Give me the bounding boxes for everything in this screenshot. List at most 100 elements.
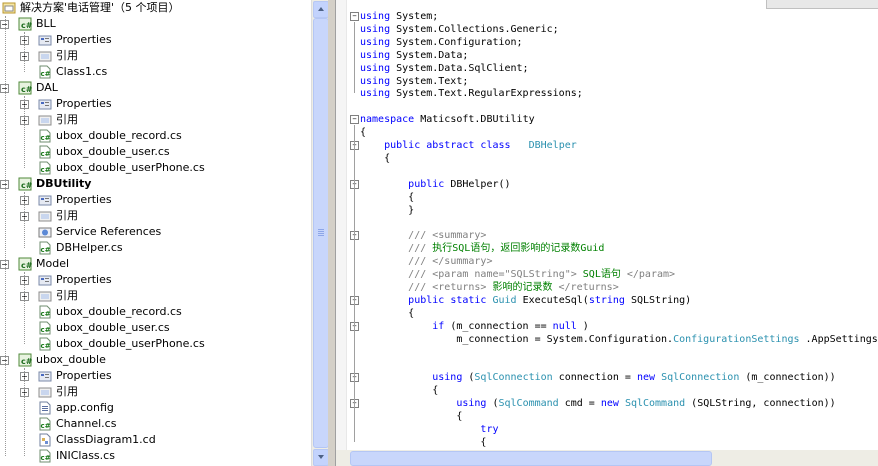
code-line[interactable]: public static Guid ExecuteSql(string SQL… — [360, 294, 691, 307]
explorer-vertical-scrollbar[interactable] — [311, 0, 329, 466]
tree-item[interactable]: c# Class1.cs — [0, 64, 311, 80]
code-line[interactable]: { — [360, 126, 366, 139]
horizontal-scroll-thumb[interactable] — [350, 451, 712, 466]
tree-item[interactable]: c# ubox_double_record.cs — [0, 128, 311, 144]
code-line[interactable]: using System.Text.RegularExpressions; — [360, 87, 583, 100]
code-line[interactable]: using System.Collections.Generic; — [360, 23, 559, 36]
tree-item[interactable]: + 引用 — [0, 48, 311, 64]
code-line[interactable]: { — [360, 436, 486, 449]
tree-item[interactable]: + Properties — [0, 368, 311, 384]
code-line[interactable]: /// <summary> — [360, 229, 486, 242]
code-line[interactable]: { — [360, 307, 414, 320]
tree-item[interactable]: c# ubox_double_user.cs — [0, 144, 311, 160]
code-line[interactable]: public DBHelper() — [360, 178, 510, 191]
code-token: <param name="SQLString"> — [432, 269, 583, 280]
tree-item-label: Service References — [56, 225, 162, 238]
pane-splitter[interactable] — [328, 0, 336, 466]
svg-text:c#: c# — [41, 310, 51, 318]
code-line[interactable]: try — [360, 423, 498, 436]
project-model[interactable]: − c# Model — [0, 256, 311, 272]
solution-icon — [2, 1, 16, 15]
svg-text:c#: c# — [41, 70, 51, 78]
code-line[interactable]: { — [360, 410, 462, 423]
tree-connector — [24, 192, 25, 248]
code-token: ) — [582, 320, 589, 332]
code-token: (SQLString, connection)) — [691, 398, 836, 409]
tree-item-label: BLL — [36, 17, 56, 30]
code-line[interactable]: { — [360, 152, 390, 165]
tree-item[interactable]: c# DBHelper.cs — [0, 240, 311, 256]
scroll-thumb[interactable] — [313, 18, 329, 448]
code-line[interactable]: namespace Maticsoft.DBUtility — [360, 113, 535, 126]
collapse-region-icon[interactable]: − — [350, 115, 359, 125]
tree-item[interactable]: app.config — [0, 400, 311, 416]
tree-item[interactable]: Service References — [0, 224, 311, 240]
tree-item-label: 引用 — [56, 385, 78, 398]
tree-item[interactable]: + Properties — [0, 96, 311, 112]
tree-item[interactable]: c# Channel.cs — [0, 416, 311, 432]
csharp-file-icon: c# — [38, 417, 52, 431]
code-line[interactable]: using System; — [360, 10, 438, 23]
project-dal[interactable]: − c# DAL — [0, 80, 311, 96]
code-line[interactable]: using System.Text; — [360, 75, 468, 88]
code-line[interactable]: using System.Data; — [360, 49, 468, 62]
code-token: using — [360, 36, 397, 48]
tree-item[interactable]: + 引用 — [0, 384, 311, 400]
code-token: using — [432, 372, 469, 384]
csharp-file-icon: c# — [38, 321, 52, 335]
tree-item[interactable]: + Properties — [0, 192, 311, 208]
project-dbutility[interactable]: − c# DBUtility — [0, 176, 311, 192]
collapse-region-icon[interactable]: − — [350, 12, 359, 21]
code-line[interactable]: using System.Data.SqlClient; — [360, 62, 529, 75]
scroll-up-button[interactable] — [313, 1, 329, 18]
tree-connector — [24, 96, 25, 168]
code-line[interactable]: using System.Configuration; — [360, 36, 523, 49]
tree-item[interactable]: c# ubox_double_userPhone.cs — [0, 336, 311, 352]
editor-horizontal-scrollbar[interactable] — [336, 450, 878, 466]
tree-item[interactable]: c# INIClass.cs — [0, 448, 311, 464]
tree-item[interactable]: c# ubox_double_userPhone.cs — [0, 160, 311, 176]
tree-item-label: ClassDiagram1.cd — [56, 433, 156, 446]
code-token: { — [360, 191, 415, 203]
code-line[interactable]: using (SqlConnection connection = new Sq… — [360, 371, 835, 384]
code-token: string — [588, 294, 631, 306]
csharp-file-icon: c# — [38, 337, 52, 351]
code-editor[interactable]: using System; using System.Collections.Ge… — [336, 0, 878, 466]
code-line[interactable]: /// <param name="SQLString"> SQL语句 </par… — [360, 268, 675, 281]
tree-item[interactable]: + 引用 — [0, 288, 311, 304]
code-line[interactable]: /// <returns> 影响的记录数 </returns> — [360, 281, 619, 294]
scroll-down-button[interactable] — [313, 449, 329, 466]
code-line[interactable]: /// 执行SQL语句，返回影响的记录数Guid — [360, 242, 604, 255]
code-line[interactable]: m_connection = System.Configuration.Conf… — [360, 333, 878, 346]
code-token: null — [552, 320, 583, 332]
tree-item[interactable]: + 引用 — [0, 112, 311, 128]
code-line[interactable]: } — [360, 204, 414, 217]
tree-item[interactable]: c# ubox_double_record.cs — [0, 304, 311, 320]
project-icon: c# — [18, 177, 33, 191]
tree-item-label: Properties — [56, 193, 112, 206]
code-line[interactable]: { — [360, 191, 414, 204]
solution-root[interactable]: 解决方案'电话管理'（5 个项目） — [0, 0, 311, 16]
code-token: .AppSettings[" — [805, 333, 878, 345]
tree-item[interactable]: ClassDiagram1.cd — [0, 432, 311, 448]
code-line[interactable]: /// </summary> — [360, 255, 492, 268]
project-ubox_double[interactable]: − c# ubox_double — [0, 352, 311, 368]
tree-item-label: ubox_double_record.cs — [56, 305, 182, 318]
tree-item[interactable]: c# ubox_double_user.cs — [0, 320, 311, 336]
code-line[interactable]: { — [360, 384, 438, 397]
references-icon — [38, 209, 52, 223]
tree-item[interactable]: + 引用 — [0, 208, 311, 224]
code-line[interactable]: if (m_connection == null ) — [360, 320, 589, 333]
tree-item[interactable]: + Properties — [0, 32, 311, 48]
code-token: </summary> — [432, 256, 493, 268]
tree-item-label: ubox_double_userPhone.cs — [56, 161, 205, 174]
code-line[interactable]: using (SqlCommand cmd = new SqlCommand (… — [360, 397, 836, 410]
member-dropdown[interactable] — [766, 0, 878, 9]
project-bll[interactable]: − c# BLL — [0, 16, 311, 32]
code-line[interactable]: public abstract class DBHelper — [360, 139, 577, 152]
tree-item[interactable]: + Properties — [0, 272, 311, 288]
